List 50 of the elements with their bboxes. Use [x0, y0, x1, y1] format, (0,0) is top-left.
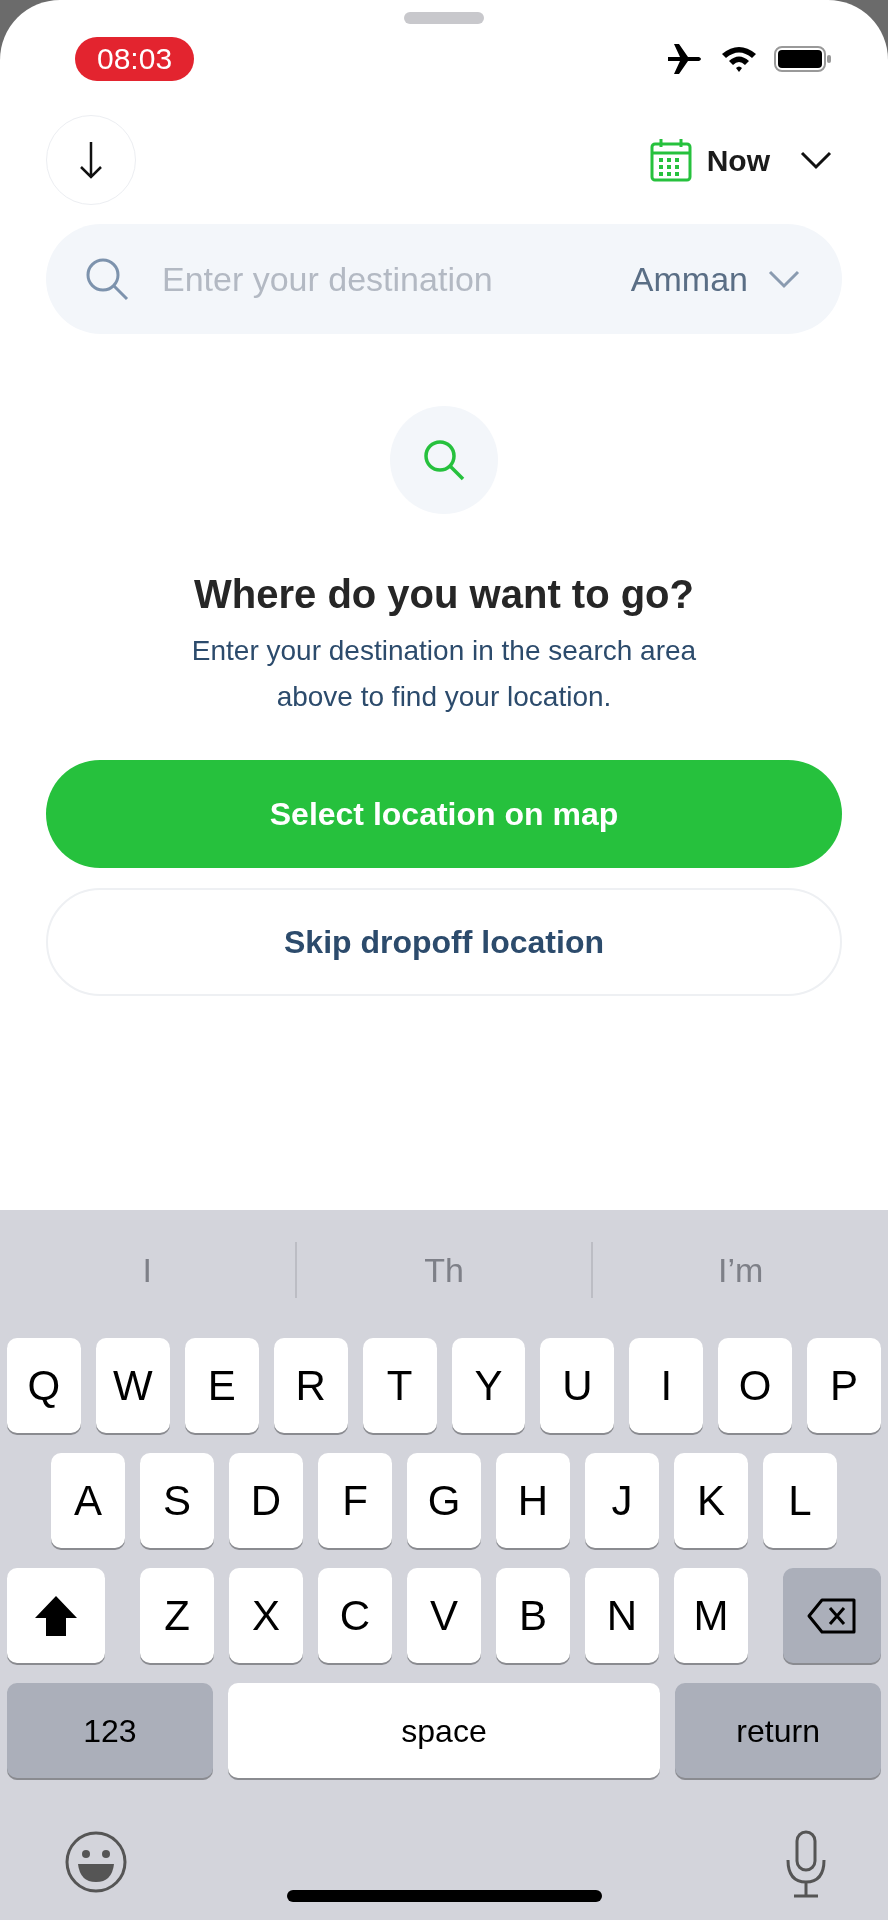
- chevron-down-icon: [800, 150, 832, 170]
- keyboard-key[interactable]: G: [407, 1453, 481, 1548]
- emoji-icon[interactable]: [64, 1830, 128, 1894]
- status-time: 08:03: [75, 37, 195, 81]
- keyboard-key[interactable]: Y: [451, 1338, 526, 1433]
- search-icon: [421, 437, 467, 483]
- chevron-down-icon: [768, 269, 800, 289]
- keyboard-key[interactable]: Q: [6, 1338, 81, 1433]
- keyboard-key[interactable]: H: [496, 1453, 570, 1548]
- keyboard-key[interactable]: N: [585, 1568, 659, 1663]
- keyboard-key[interactable]: V: [407, 1568, 481, 1663]
- delete-icon: [807, 1596, 857, 1635]
- keyboard-key[interactable]: Z: [140, 1568, 214, 1663]
- keyboard-key[interactable]: R: [273, 1338, 348, 1433]
- keyboard-key[interactable]: E: [184, 1338, 259, 1433]
- space-key[interactable]: space: [227, 1683, 661, 1778]
- keyboard-key[interactable]: T: [362, 1338, 437, 1433]
- wifi-icon: [720, 44, 758, 74]
- keyboard-key[interactable]: F: [318, 1453, 392, 1548]
- calendar-icon: [648, 137, 693, 183]
- empty-state-message: Enter your destination in the search area above to find your location.: [190, 634, 698, 714]
- city-selector[interactable]: Amman: [630, 253, 800, 305]
- keyboard-key[interactable]: L: [763, 1453, 837, 1548]
- search-icon: [84, 256, 130, 302]
- keyboard-key[interactable]: D: [229, 1453, 303, 1548]
- keyboard-key[interactable]: C: [318, 1568, 392, 1663]
- return-key[interactable]: return: [675, 1683, 881, 1778]
- empty-state-title: Where do you want to go?: [193, 571, 695, 618]
- keyboard-key[interactable]: I: [629, 1338, 704, 1433]
- keyboard-key[interactable]: S: [140, 1453, 214, 1548]
- time-selector[interactable]: Now: [648, 137, 832, 183]
- down-arrow-icon: [78, 140, 104, 180]
- keyboard-key[interactable]: X: [229, 1568, 303, 1663]
- keyboard-key[interactable]: A: [51, 1453, 125, 1548]
- microphone-icon[interactable]: [784, 1830, 828, 1898]
- battery-icon: [774, 45, 832, 73]
- keyboard-key[interactable]: W: [95, 1338, 170, 1433]
- numbers-key[interactable]: 123: [7, 1683, 213, 1778]
- keyboard-key[interactable]: B: [496, 1568, 570, 1663]
- keyboard-key[interactable]: P: [807, 1338, 882, 1433]
- skip-button[interactable]: Skip dropoff location: [46, 888, 842, 996]
- keyboard-key[interactable]: U: [540, 1338, 615, 1433]
- shift-key[interactable]: [7, 1568, 105, 1663]
- keyboard-key[interactable]: O: [718, 1338, 793, 1433]
- airplane-icon: [666, 42, 704, 76]
- search-field[interactable]: Enter your destination Amman: [46, 224, 842, 334]
- delete-key[interactable]: [783, 1568, 881, 1663]
- keyboard-key[interactable]: M: [674, 1568, 748, 1663]
- keyboard-key[interactable]: K: [674, 1453, 748, 1548]
- keyboard-key[interactable]: J: [585, 1453, 659, 1548]
